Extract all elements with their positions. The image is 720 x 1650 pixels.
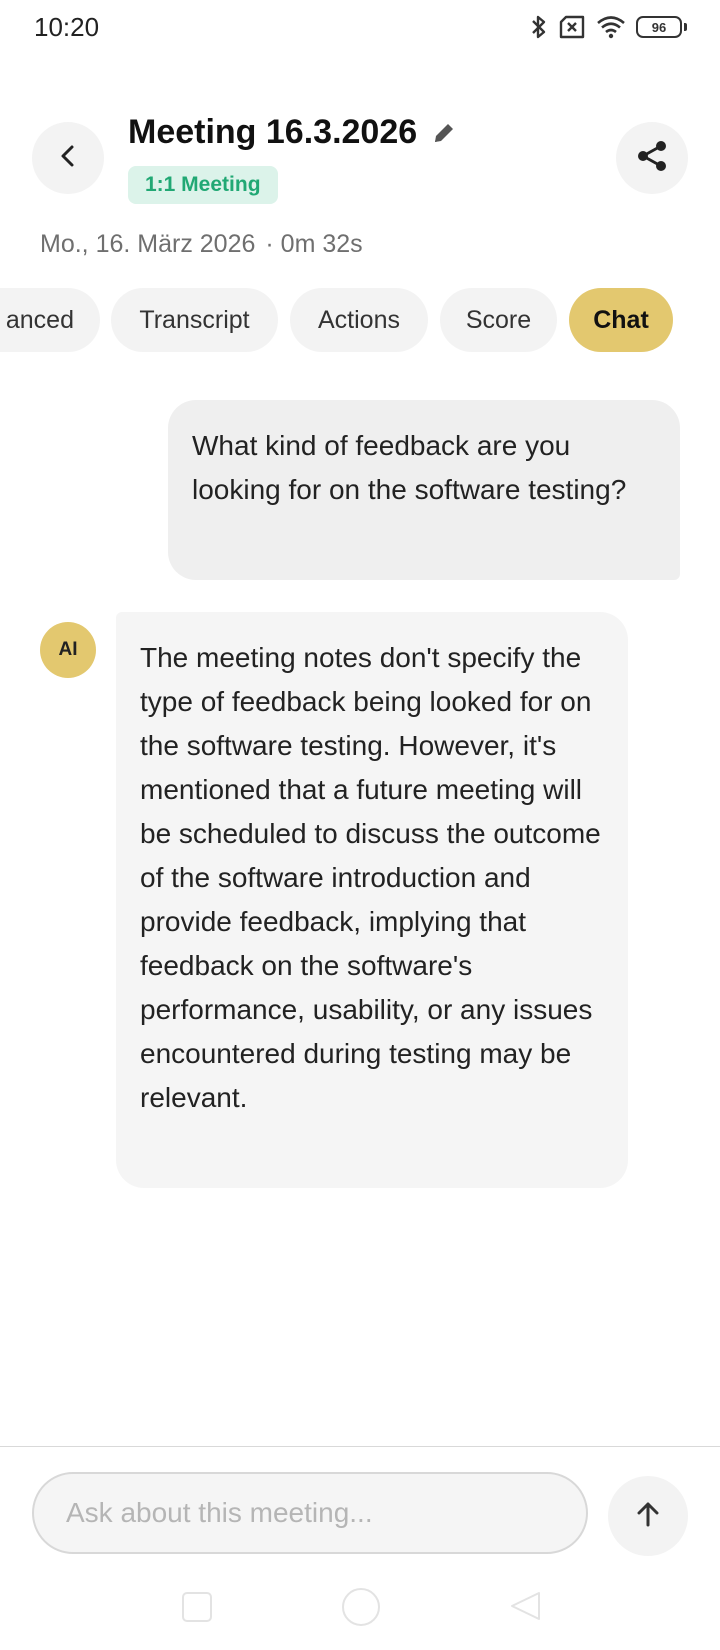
home-icon[interactable]: [342, 1588, 380, 1626]
meeting-chat-screen: 10:20 96 Meeting 16.3.2026 1:1 Meeting M…: [0, 0, 720, 1650]
tab-score[interactable]: Score: [440, 288, 557, 352]
page-title: Meeting 16.3.2026: [128, 113, 418, 151]
ai-avatar: AI: [40, 622, 96, 678]
share-icon: [634, 138, 670, 179]
nav-back-icon[interactable]: [508, 1590, 542, 1627]
ai-message-bubble: The meeting notes don't specify the type…: [116, 612, 628, 1188]
user-message-bubble: What kind of feedback are you looking fo…: [168, 400, 680, 580]
recents-icon[interactable]: [182, 1592, 212, 1622]
arrow-up-icon: [633, 1499, 663, 1534]
tab-chat[interactable]: Chat: [569, 288, 673, 352]
edit-pencil-icon[interactable]: [431, 120, 457, 146]
tab-transcript[interactable]: Transcript: [111, 288, 278, 352]
share-button[interactable]: [616, 122, 688, 194]
system-nav-bar: [0, 1580, 720, 1650]
meeting-type-badge: 1:1 Meeting: [128, 166, 278, 204]
chat-input[interactable]: [32, 1472, 588, 1554]
tab-actions[interactable]: Actions: [290, 288, 428, 352]
no-sim-icon: [558, 15, 586, 39]
tab-bar: anced Transcript Actions Score Chat: [0, 288, 720, 352]
meeting-duration: · 0m 32s: [265, 230, 363, 258]
back-button[interactable]: [32, 122, 104, 194]
meeting-date: Mo., 16. März 2026: [40, 230, 256, 258]
status-bar: 10:20 96: [0, 0, 720, 56]
bluetooth-icon: [530, 14, 548, 40]
title-row: Meeting 16.3.2026: [128, 113, 457, 152]
battery-icon: 96: [636, 16, 687, 38]
status-icons: 96: [530, 12, 687, 42]
wifi-icon: [596, 15, 626, 39]
status-time: 10:20: [34, 12, 100, 42]
back-chevron-icon: [57, 143, 79, 174]
meeting-meta: Mo., 16. März 2026 · 0m 32s: [40, 230, 363, 259]
composer-divider: [0, 1446, 720, 1447]
tab-enhanced[interactable]: anced: [0, 288, 100, 352]
send-button[interactable]: [608, 1476, 688, 1556]
